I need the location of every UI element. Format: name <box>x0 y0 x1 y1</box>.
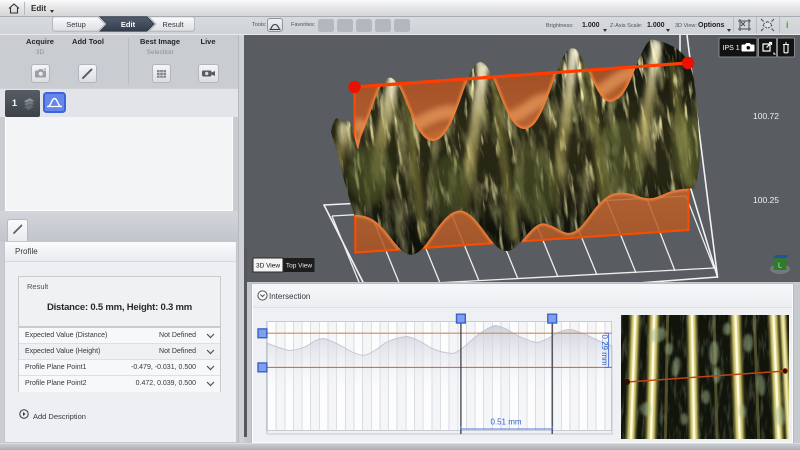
svg-text:100.25: 100.25 <box>753 195 779 205</box>
svg-text:Top View: Top View <box>286 263 313 270</box>
svg-text:100.72: 100.72 <box>753 111 779 121</box>
svg-text:3D View: 3D View <box>256 263 280 270</box>
svg-text:Edit: Edit <box>121 19 136 28</box>
svg-text:0.29 mm: 0.29 mm <box>600 334 609 365</box>
svg-text:Result: Result <box>162 19 184 28</box>
svg-text:Setup: Setup <box>66 19 86 28</box>
svg-text:IPS 1: IPS 1 <box>723 45 740 52</box>
svg-text:L: L <box>778 263 782 270</box>
svg-text:0.51 mm: 0.51 mm <box>490 418 521 427</box>
